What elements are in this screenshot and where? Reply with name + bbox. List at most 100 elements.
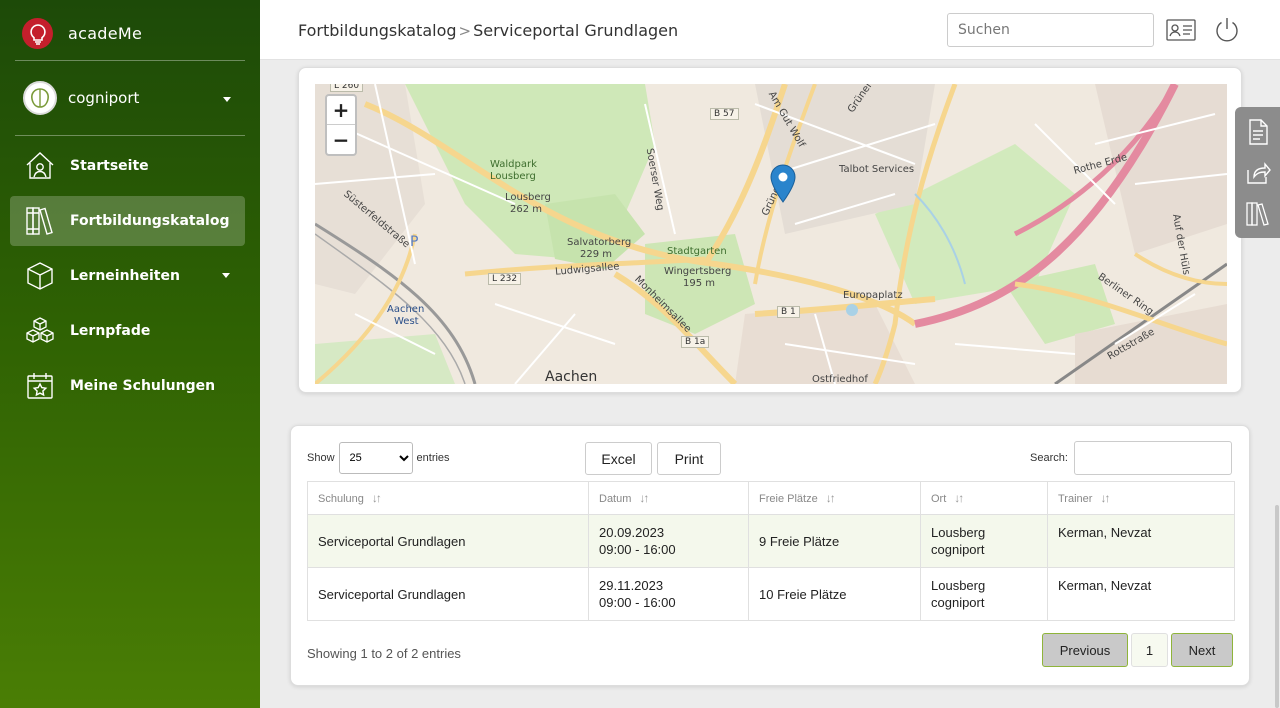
- map-label: Ostfriedhof: [812, 374, 868, 384]
- org-name: cogniport: [68, 89, 140, 107]
- entries-label: entries: [416, 452, 450, 464]
- search-label: Search:: [1030, 452, 1068, 464]
- cell-freie-plaetze: 9 Freie Plätze: [748, 514, 921, 568]
- map-label: Europaplatz: [843, 290, 903, 301]
- show-label: Show: [307, 452, 335, 464]
- cell-trainer: Kerman, Nevzat: [1047, 514, 1235, 568]
- column-header-label: Ort: [931, 493, 947, 505]
- search-input[interactable]: [947, 13, 1154, 47]
- map-card: Waldpark Lousberg Lousberg 262 m Salvato…: [298, 67, 1242, 393]
- column-header-datum[interactable]: Datum ↓↑: [588, 481, 749, 515]
- column-header-label: Schulung: [318, 493, 364, 505]
- breadcrumb-separator-icon: >: [458, 21, 472, 40]
- next-page-button[interactable]: Next: [1171, 633, 1233, 667]
- map-label: 195 m: [683, 278, 716, 289]
- page-size-control: Show 25 entries: [307, 442, 450, 474]
- column-header-label: Datum: [599, 493, 632, 505]
- excel-button[interactable]: Excel: [585, 442, 652, 475]
- sidebar-item-meine-schulungen[interactable]: Meine Schulungen: [10, 361, 245, 411]
- map-label: Wingertsberg: [664, 266, 732, 277]
- brand[interactable]: acadeMe: [22, 18, 142, 49]
- cell-date: 29.11.2023: [599, 578, 664, 593]
- share-icon[interactable]: [1243, 158, 1273, 188]
- sidebar-item-fortbildungskatalog[interactable]: Fortbildungskatalog: [10, 196, 245, 246]
- cell-ort-line: Lousberg: [931, 525, 986, 540]
- cell-freie-plaetze: 10 Freie Plätze: [748, 567, 921, 621]
- books-icon: [24, 205, 56, 237]
- previous-page-button[interactable]: Previous: [1042, 633, 1128, 667]
- profile-card-icon[interactable]: [1165, 15, 1197, 45]
- table-search-input[interactable]: [1073, 441, 1232, 475]
- road-sign: B 1: [777, 306, 800, 318]
- breadcrumb-item-current: Serviceportal Grundlagen: [473, 21, 679, 40]
- zoom-in-button[interactable]: +: [327, 96, 355, 125]
- books-icon[interactable]: [1243, 199, 1273, 229]
- page-scrollbar[interactable]: [1275, 505, 1279, 708]
- divider: [15, 60, 245, 61]
- sort-icon: ↓↑: [954, 491, 964, 505]
- table-row[interactable]: Serviceportal Grundlagen 20.09.2023 09:00…: [307, 514, 1235, 568]
- sidebar-item-label: Lerneinheiten: [70, 268, 180, 284]
- sidebar-item-startseite[interactable]: Startseite: [10, 141, 245, 191]
- sidebar-item-label: Fortbildungskatalog: [70, 213, 230, 229]
- road-sign: B 1a: [681, 336, 710, 348]
- print-button[interactable]: Print: [657, 442, 721, 475]
- column-header-freie-plaetze[interactable]: Freie Plätze ↓↑: [748, 481, 921, 515]
- road-sign: L 260: [330, 84, 364, 92]
- cell-datum: 20.09.2023 09:00 - 16:00: [588, 514, 749, 568]
- cell-ort: Lousberg cogniport: [920, 514, 1048, 568]
- cell-time: 09:00 - 16:00: [599, 595, 676, 610]
- sort-icon: ↓↑: [825, 491, 836, 505]
- page-size-select[interactable]: 25: [338, 442, 413, 474]
- map-label: Lousberg: [490, 171, 536, 182]
- column-header-schulung[interactable]: Schulung ↓↑: [307, 481, 589, 515]
- cell-time: 09:00 - 16:00: [599, 542, 676, 557]
- breadcrumb-item-fortbildungskatalog[interactable]: Fortbildungskatalog: [298, 21, 457, 40]
- sort-icon: ↓↑: [371, 491, 382, 505]
- column-header-label: Trainer: [1058, 493, 1093, 505]
- table-card: Show 25 entries Excel Print Search: Schu…: [290, 425, 1250, 686]
- sidebar-item-lernpfade[interactable]: Lernpfade: [10, 306, 245, 356]
- cell-ort-line: Lousberg: [931, 578, 986, 593]
- calendar-star-icon: [24, 370, 56, 402]
- home-icon: [24, 150, 56, 182]
- chevron-down-icon: [223, 97, 231, 102]
- map-label: Lousberg: [505, 192, 551, 203]
- cell-trainer: Kerman, Nevzat: [1047, 567, 1235, 621]
- cell-schulung: Serviceportal Grundlagen: [307, 567, 589, 621]
- chevron-down-icon: [222, 273, 230, 278]
- cell-ort: Lousberg cogniport: [920, 567, 1048, 621]
- map-label: Stadtgarten: [667, 246, 727, 257]
- document-icon[interactable]: [1243, 117, 1273, 147]
- column-header-ort[interactable]: Ort ↓↑: [920, 481, 1048, 515]
- parking-icon: P: [410, 234, 419, 250]
- sort-icon: ↓↑: [639, 491, 649, 505]
- map-tiles: [315, 84, 1227, 384]
- table-row[interactable]: Serviceportal Grundlagen 29.11.2023 09:00…: [307, 567, 1235, 621]
- zoom-control: + −: [325, 94, 357, 156]
- column-header-trainer[interactable]: Trainer ↓↑: [1047, 481, 1235, 515]
- sidebar: acadeMe cogniport Startseite Fortbildung…: [0, 0, 260, 708]
- map-label: 262 m: [510, 204, 543, 215]
- table-header-row: Schulung ↓↑ Datum ↓↑ Freie Plätze ↓↑ Ort ↓↑ …: [307, 481, 1235, 515]
- zoom-out-button[interactable]: −: [327, 125, 355, 154]
- sidebar-item-label: Lernpfade: [70, 323, 151, 339]
- map-label: Aachen: [387, 304, 425, 315]
- side-toolbar: [1235, 107, 1280, 238]
- map[interactable]: Waldpark Lousberg Lousberg 262 m Salvato…: [315, 84, 1227, 384]
- table-search: Search:: [1030, 441, 1232, 475]
- sort-icon: ↓↑: [1100, 491, 1110, 505]
- top-bar: Fortbildungskatalog > Serviceportal Grun…: [260, 0, 1280, 60]
- org-switcher[interactable]: cogniport: [23, 81, 235, 115]
- cell-schulung: Serviceportal Grundlagen: [307, 514, 589, 568]
- page-number-button[interactable]: 1: [1131, 633, 1168, 667]
- divider: [15, 135, 245, 136]
- map-label: Talbot Services: [839, 164, 915, 175]
- cell-ort-line: cogniport: [931, 595, 985, 610]
- power-icon[interactable]: [1211, 15, 1243, 45]
- map-label: Salvatorberg: [567, 237, 632, 248]
- org-logo-icon: [23, 81, 57, 115]
- sidebar-item-lerneinheiten[interactable]: Lerneinheiten: [10, 251, 245, 301]
- map-label: Aachen: [545, 369, 598, 384]
- sidebar-nav: Startseite Fortbildungskatalog Lerneinhe…: [10, 141, 245, 416]
